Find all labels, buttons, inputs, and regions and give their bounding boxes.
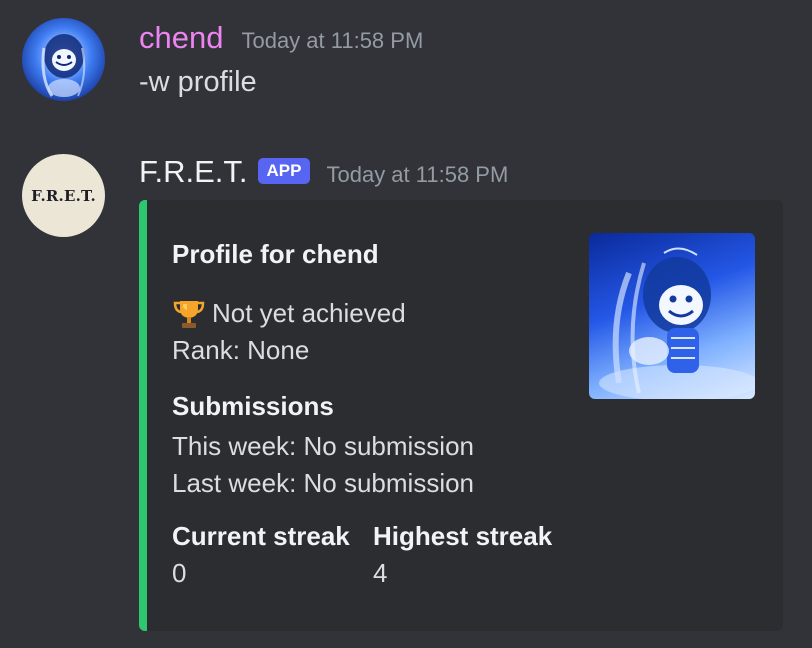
chat-messages: chend Today at 11:58 PM -w profile F.R.E… [0,0,812,648]
field-value: 4 [373,558,388,588]
profile-embed: Profile for chend Not yet achieved Rank:… [139,200,783,631]
embed-thumbnail[interactable] [589,233,755,399]
timestamp: Today at 11:58 PM [241,28,424,53]
rank-text: Rank: None [172,335,310,365]
trophy-icon [173,300,205,328]
field-highest-streak: Highest streak 4 [373,520,552,592]
field-value: 0 [172,558,187,588]
avatar-character-art [41,34,86,97]
user-avatar[interactable] [22,18,105,101]
message-header: F.R.E.T. APP Today at 11:58 PM [139,152,508,192]
bot-avatar[interactable]: F.R.E.T. [22,154,105,237]
username[interactable]: chend [139,18,223,58]
message-header: chend Today at 11:58 PM [139,18,423,58]
this-week-text: This week: No submission [172,431,474,461]
thumbnail-character-art [599,247,755,399]
submissions-heading: Submissions [172,391,334,421]
field-current-streak: Current streak 0 [172,520,350,592]
achievement-text: Not yet achieved [212,298,406,328]
embed-title: Profile for chend [172,239,379,269]
app-badge: APP [257,158,311,184]
message-bot: F.R.E.T. F.R.E.T. APP Today at 11:58 PM … [0,142,812,648]
message-content: -w profile [139,66,257,98]
field-name: Current streak [172,521,350,551]
timestamp: Today at 11:58 PM [326,162,509,187]
field-name: Highest streak [373,521,553,551]
last-week-text: Last week: No submission [172,468,475,498]
bot-avatar-logo: F.R.E.T. [31,186,96,205]
achievement-line: Not yet achieved [172,295,406,332]
bot-username[interactable]: F.R.E.T. [139,152,248,192]
